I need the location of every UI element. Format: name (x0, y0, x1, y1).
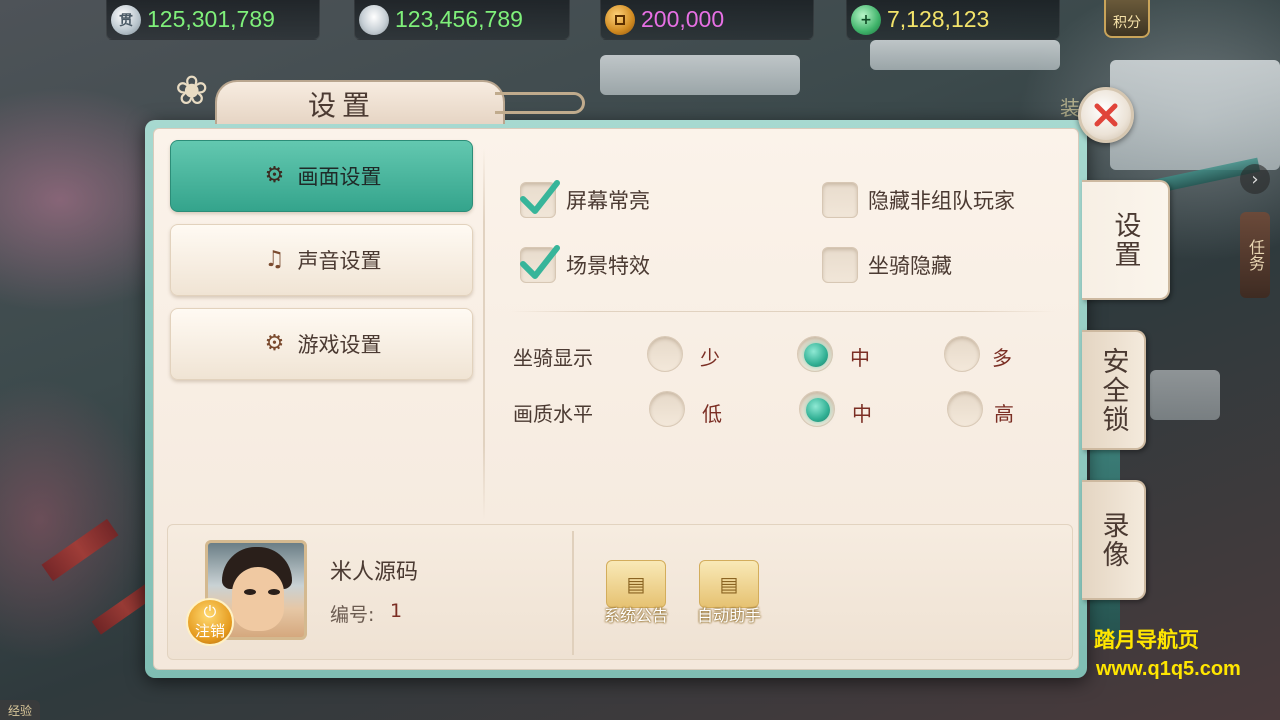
gamepad-gears-icon: ⚙ (264, 331, 285, 356)
watermark-url: www.q1q5.com (1096, 658, 1241, 680)
snow-roof (600, 55, 800, 95)
red-railing (41, 518, 119, 582)
radio-quality-low[interactable] (649, 391, 685, 427)
menu-item-display[interactable]: ⚙ 画面设置 (170, 140, 473, 212)
exp-label: 经验 (0, 700, 40, 720)
function-button-label: 系统公告 (603, 606, 668, 625)
radio-mount-few[interactable] (647, 336, 683, 372)
auto-assistant-button[interactable]: ▤ 自动助手 (689, 560, 769, 632)
checkbox-scene-effects[interactable]: 场景特效 (520, 245, 650, 283)
checkbox-hide-mounts[interactable]: 坐骑隐藏 (822, 247, 952, 283)
currency-value: 125,301,789 (147, 6, 275, 32)
radio-option-label: 低 (702, 402, 722, 426)
checkbox-box[interactable] (520, 245, 560, 283)
checkbox-box[interactable] (520, 180, 560, 218)
snow-roof (870, 40, 1060, 70)
radio-option-label: 高 (994, 402, 1014, 426)
checkbox-hide-non-team-players[interactable]: 隐藏非组队玩家 (822, 182, 1015, 218)
mount-display-label: 坐骑显示 (513, 346, 593, 370)
checkmark-icon (520, 180, 560, 214)
horizontal-divider (510, 311, 1055, 312)
menu-item-game[interactable]: ⚙ 游戏设置 (170, 308, 473, 380)
avatar-eye (244, 589, 256, 595)
currency-jade[interactable]: + 7,128,123 (846, 0, 1060, 40)
radio-quality-medium[interactable] (799, 391, 835, 427)
watermark-title: 踏月导航页 (1094, 628, 1199, 652)
close-button[interactable] (1078, 87, 1134, 143)
power-icon: ⏻ (203, 601, 217, 621)
avatar-eye (268, 589, 280, 595)
gears-icon: ⚙ (264, 163, 285, 188)
logout-button[interactable]: ⏻ 注销 (186, 598, 234, 646)
menu-item-sound[interactable]: ♫ 声音设置 (170, 224, 473, 296)
vertical-divider (483, 148, 485, 520)
jade-icon: + (851, 4, 881, 35)
menu-item-label: 游戏设置 (297, 333, 382, 357)
chevron-right-icon[interactable]: › (1240, 164, 1270, 194)
radio-option-label: 中 (852, 402, 872, 426)
tab-settings[interactable]: 设置 (1082, 180, 1170, 300)
scroll-icon: ▤ (699, 560, 759, 608)
avatar-face (232, 567, 284, 631)
logout-label: 注销 (194, 621, 225, 640)
menu-item-label: 声音设置 (297, 249, 382, 273)
tab-recording[interactable]: 录像 (1082, 480, 1146, 600)
player-id-value: 1 (390, 600, 403, 622)
radio-quality-high[interactable] (947, 391, 983, 427)
radio-option-label: 少 (700, 346, 720, 370)
scroll-ornament (495, 92, 585, 114)
checkmark-icon (520, 245, 560, 279)
silver-coin-icon: 贯 (111, 4, 141, 35)
score-button[interactable]: 积分 (1104, 0, 1150, 38)
lotus-ornament-icon: ❀ (175, 68, 209, 114)
radio-mount-many[interactable] (944, 336, 980, 372)
scroll-icon: ▤ (606, 560, 666, 608)
checkbox-label: 场景特效 (566, 254, 650, 278)
player-id-label: 编号: (330, 604, 375, 626)
currency-value: 200,000 (641, 6, 725, 32)
currency-silver-ingot[interactable]: 123,456,789 (354, 0, 570, 40)
function-button-label: 自动助手 (696, 606, 761, 625)
checkbox-label: 坐骑隐藏 (868, 254, 952, 278)
radio-mount-medium[interactable] (797, 336, 833, 372)
bottom-divider (572, 531, 574, 655)
checkbox-label: 隐藏非组队玩家 (868, 189, 1015, 213)
silver-ingot-icon (359, 4, 389, 35)
stone-lantern (1150, 370, 1220, 420)
radio-option-label: 中 (850, 346, 870, 370)
graphics-quality-label: 画质水平 (513, 402, 593, 426)
checkbox-box[interactable] (822, 182, 858, 218)
music-note-icon: ♫ (264, 247, 285, 272)
currency-copper-coin[interactable]: 200,000 (600, 0, 814, 40)
checkbox-label: 屏幕常亮 (566, 189, 650, 213)
window-title: 设置 (308, 89, 377, 122)
system-announcement-button[interactable]: ▤ 系统公告 (596, 560, 676, 632)
currency-silver-coin[interactable]: 贯 125,301,789 (106, 0, 320, 40)
copper-coin-icon (605, 4, 635, 35)
snow-roof (1110, 60, 1280, 170)
menu-item-label: 画面设置 (297, 165, 382, 189)
player-name: 米人源码 (330, 560, 419, 585)
checkbox-screen-always-on[interactable]: 屏幕常亮 (520, 180, 650, 218)
radio-option-label: 多 (992, 346, 1012, 370)
currency-value: 123,456,789 (395, 6, 523, 32)
close-icon (1094, 103, 1118, 127)
task-tab[interactable]: 任务 (1240, 212, 1270, 298)
tab-security-lock[interactable]: 安全锁 (1082, 330, 1146, 450)
checkbox-box[interactable] (822, 247, 858, 283)
currency-value: 7,128,123 (887, 6, 990, 32)
